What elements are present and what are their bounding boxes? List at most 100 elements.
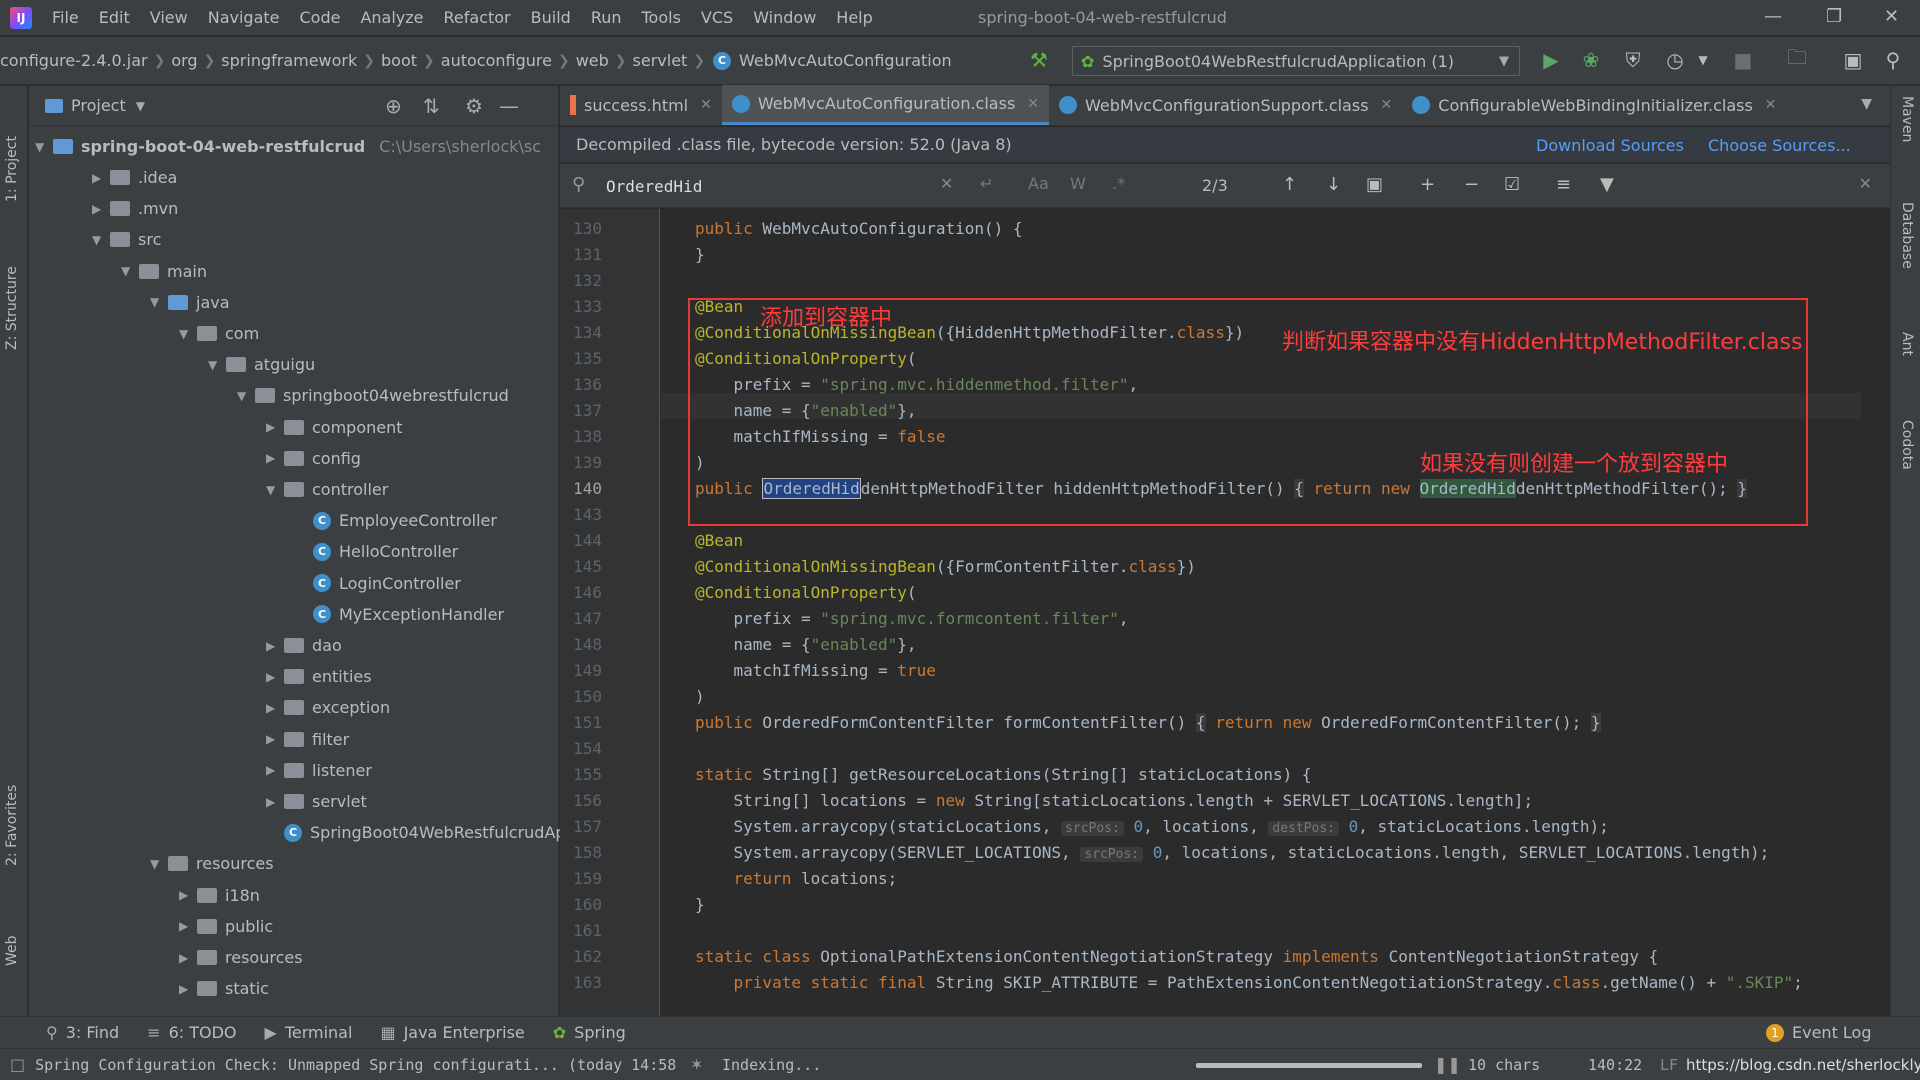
search-icon[interactable]: ⚲ <box>572 174 585 195</box>
close-icon[interactable]: ✕ <box>1381 97 1393 113</box>
restore-icon[interactable]: ❐ <box>1826 6 1842 27</box>
coverage-icon[interactable]: ⛨ <box>1620 47 1646 73</box>
expand-arrow-icon[interactable]: ▼ <box>150 857 168 871</box>
collapse-arrow-icon[interactable]: ▶ <box>179 888 197 902</box>
breadcrumb-boot[interactable]: boot <box>375 51 423 70</box>
expand-arrow-icon[interactable]: ▼ <box>179 327 197 341</box>
tree-item[interactable]: C HelloController <box>295 536 458 567</box>
structure-tool-tab[interactable]: Z: Structure <box>4 266 20 350</box>
maven-tool-tab[interactable]: Maven <box>1899 96 1915 142</box>
chevron-down-icon[interactable]: ▼ <box>136 99 145 113</box>
menu-file[interactable]: File <box>42 8 89 27</box>
breadcrumb-autoconfigure[interactable]: autoconfigure <box>435 51 558 70</box>
tree-item[interactable]: ▶ entities <box>266 661 372 692</box>
find-tool-tab[interactable]: ⚲ 3: Find <box>46 1023 119 1042</box>
stop-icon[interactable]: ■ <box>1730 47 1756 73</box>
project-panel-title[interactable]: Project <box>71 96 126 115</box>
new-line-icon[interactable]: ↵ <box>980 174 993 193</box>
breadcrumb-springframework[interactable]: springframework <box>215 51 363 70</box>
profile-dropdown-icon[interactable]: ▼ <box>1690 47 1716 73</box>
collapse-arrow-icon[interactable]: ▶ <box>179 951 197 965</box>
tabs-overflow-icon[interactable]: ▼ <box>1861 96 1872 112</box>
expand-arrow-icon[interactable]: ▼ <box>150 295 168 309</box>
collapse-all-icon[interactable]: ⇅ <box>423 94 440 118</box>
caret-position[interactable]: 140:22 <box>1588 1056 1642 1074</box>
expand-arrow-icon[interactable]: ▼ <box>121 264 139 278</box>
hide-panel-icon[interactable]: — <box>499 94 519 118</box>
close-window-icon[interactable]: ✕ <box>1884 6 1899 27</box>
tree-item[interactable]: ▶ i18n <box>179 880 260 911</box>
breadcrumb-jar[interactable]: configure-2.4.0.jar <box>0 51 154 70</box>
tab-webmvcautoconfiguration[interactable]: WebMvcAutoConfiguration.class ✕ <box>721 85 1050 125</box>
breadcrumb-web[interactable]: web <box>570 51 615 70</box>
close-find-icon[interactable]: ✕ <box>1859 174 1872 193</box>
show-all-occurrences-icon[interactable]: ▣ <box>1366 174 1383 195</box>
tree-item[interactable]: ▼ com <box>179 318 259 349</box>
expand-arrow-icon[interactable]: ▼ <box>266 483 284 497</box>
database-tool-tab[interactable]: Database <box>1899 202 1915 269</box>
close-icon[interactable]: ✕ <box>700 97 712 113</box>
tree-root[interactable]: ▼ spring-boot-04-web-restfulcrud C:\User… <box>35 131 541 162</box>
menu-view[interactable]: View <box>140 8 198 27</box>
status-message[interactable]: Spring Configuration Check: Unmapped Spr… <box>35 1056 676 1074</box>
tree-item[interactable]: ▼ java <box>150 287 230 318</box>
collapse-arrow-icon[interactable]: ▶ <box>266 451 284 465</box>
tree-item[interactable]: ▶ .idea <box>92 162 177 193</box>
collapse-arrow-icon[interactable]: ▶ <box>266 795 284 809</box>
tree-item[interactable]: ▼ atguigu <box>208 349 315 380</box>
tree-item[interactable]: ▶ component <box>266 412 403 443</box>
project-structure-icon[interactable]: 🗀 <box>1784 45 1810 73</box>
java-enterprise-tool-tab[interactable]: ▦ Java Enterprise <box>380 1023 524 1042</box>
collapse-arrow-icon[interactable]: ▶ <box>92 202 110 216</box>
collapse-arrow-icon[interactable]: ▶ <box>266 732 284 746</box>
run-configuration-select[interactable]: ✿ SpringBoot04WebRestfulcrudApplication … <box>1072 46 1520 76</box>
tree-item[interactable]: ▶ exception <box>266 692 390 723</box>
breadcrumb-org[interactable]: org <box>165 51 203 70</box>
menu-vcs[interactable]: VCS <box>691 8 743 27</box>
menu-navigate[interactable]: Navigate <box>198 8 290 27</box>
tree-item[interactable]: ▶ filter <box>266 724 349 755</box>
menu-edit[interactable]: Edit <box>89 8 140 27</box>
filter-options-icon[interactable]: ≡ <box>1556 174 1571 195</box>
codota-tool-tab[interactable]: Codota <box>1899 420 1915 470</box>
spring-tool-tab[interactable]: ✿ Spring <box>553 1023 626 1042</box>
tree-item[interactable]: ▶ public <box>179 911 273 942</box>
match-case-icon[interactable]: Aa <box>1028 174 1049 193</box>
menu-analyze[interactable]: Analyze <box>350 8 433 27</box>
event-log-tool-tab[interactable]: 1 Event Log <box>1766 1023 1872 1042</box>
tree-item[interactable]: ▼ controller <box>266 474 388 505</box>
collapse-arrow-icon[interactable]: ▶ <box>179 982 197 996</box>
run-icon[interactable]: ▶ <box>1538 47 1564 73</box>
tool-windows-icon[interactable]: □ <box>10 1055 25 1074</box>
build-hammer-icon[interactable]: ⚒ <box>1026 47 1052 73</box>
line-separator[interactable]: LF <box>1660 1056 1678 1074</box>
web-tool-tab[interactable]: Web <box>4 935 20 966</box>
tree-item[interactable]: C LoginController <box>295 568 461 599</box>
todo-tool-tab[interactable]: ≡ 6: TODO <box>147 1023 236 1042</box>
tab-success-html[interactable]: success.html ✕ <box>560 85 722 125</box>
collapse-arrow-icon[interactable]: ▶ <box>266 701 284 715</box>
expand-arrow-icon[interactable]: ▼ <box>92 233 110 247</box>
tab-configurablewebbindinginitializer[interactable]: ConfigurableWebBindingInitializer.class … <box>1402 85 1786 125</box>
expand-arrow-icon[interactable]: ▼ <box>208 358 226 372</box>
download-sources-link[interactable]: Download Sources <box>1536 136 1684 155</box>
tree-item[interactable]: ▶ resources <box>179 942 303 973</box>
menu-tools[interactable]: Tools <box>632 8 691 27</box>
collapse-arrow-icon[interactable]: ▶ <box>266 763 284 777</box>
menu-help[interactable]: Help <box>826 8 882 27</box>
menu-window[interactable]: Window <box>743 8 826 27</box>
clear-search-icon[interactable]: ✕ <box>940 174 953 193</box>
ant-tool-tab[interactable]: Ant <box>1899 332 1915 356</box>
select-all-occurrences-icon[interactable]: ☑ <box>1504 174 1520 195</box>
whole-words-icon[interactable]: W <box>1070 174 1086 193</box>
tree-item[interactable]: ▶ static <box>179 973 269 1004</box>
tree-item[interactable]: ▼ src <box>92 224 161 255</box>
collapse-arrow-icon[interactable]: ▶ <box>266 670 284 684</box>
tree-item[interactable]: C MyExceptionHandler <box>295 599 504 630</box>
collapse-arrow-icon[interactable]: ▶ <box>179 919 197 933</box>
tree-item[interactable]: ▶ servlet <box>266 786 367 817</box>
tree-item[interactable]: C SpringBoot04WebRestfulcrudApp <box>266 817 576 848</box>
remove-occurrence-icon[interactable]: − <box>1464 174 1479 195</box>
menu-build[interactable]: Build <box>521 8 581 27</box>
tree-item[interactable]: ▶ config <box>266 443 361 474</box>
